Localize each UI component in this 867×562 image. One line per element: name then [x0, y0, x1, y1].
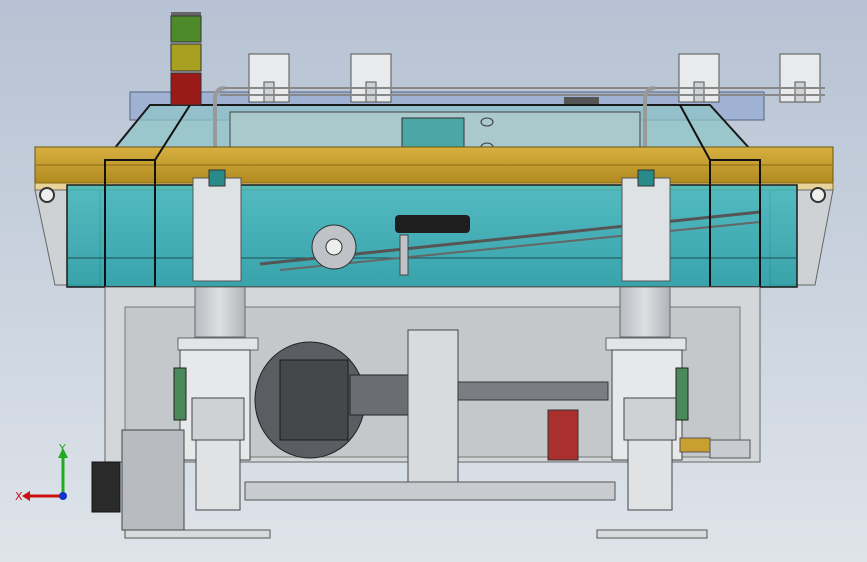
y-axis-label: Y [58, 442, 66, 455]
x-axis-label: X [15, 490, 23, 503]
axis-triad: Y X [15, 442, 68, 503]
assembly-model[interactable] [0, 0, 867, 562]
z-axis-icon [59, 492, 67, 500]
cad-viewport[interactable]: Y X [0, 0, 867, 562]
signal-tower [170, 12, 202, 106]
x-arrow-icon [22, 491, 30, 501]
